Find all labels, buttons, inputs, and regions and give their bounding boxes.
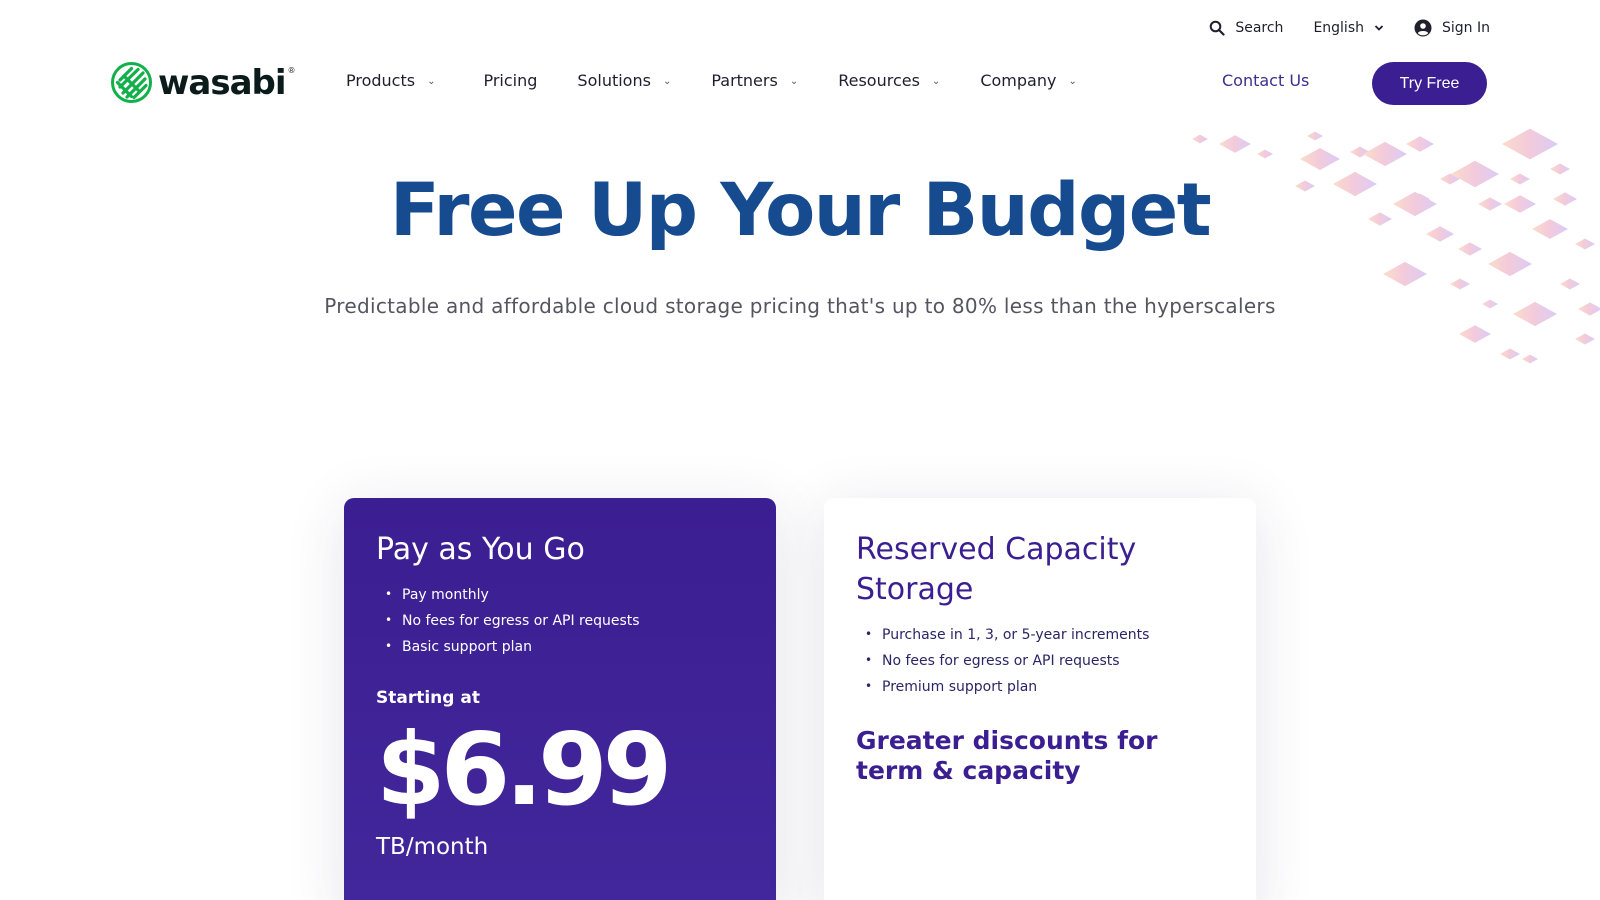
nav-item-label: Solutions	[577, 70, 651, 90]
nav-item-solutions[interactable]: Solutions ⌄	[577, 68, 671, 92]
decorative-diamond	[1522, 354, 1538, 364]
plan-price-unit: TB/month	[376, 834, 489, 860]
list-item: No fees for egress or API requests	[376, 607, 744, 634]
page-title: Free Up Your Budget	[389, 168, 1212, 253]
nav-item-resources[interactable]: Resources ⌄	[838, 68, 940, 92]
decorative-diamond	[1488, 251, 1532, 277]
language-label: English	[1313, 20, 1364, 36]
decorative-diamond	[1500, 348, 1520, 360]
decorative-diamond	[1307, 131, 1323, 141]
decorative-diamond	[1406, 136, 1434, 152]
chevron-down-icon: ⌄	[789, 75, 799, 87]
wasabi-logo[interactable]: wasabi ®	[111, 62, 300, 103]
decorative-diamond	[1502, 128, 1558, 160]
contact-us-link[interactable]: Contact Us	[1222, 71, 1309, 90]
logo-wordmark: wasabi	[158, 62, 287, 103]
nav-item-label: Resources	[838, 70, 920, 90]
nav-item-label: Partners	[711, 70, 778, 90]
logo-registered-mark: ®	[287, 66, 296, 75]
nav-item-partners[interactable]: Partners ⌄	[711, 68, 798, 92]
decorative-diamond	[1459, 325, 1491, 343]
wasabi-logo-mark-icon	[111, 62, 152, 103]
list-item: Premium support plan	[856, 673, 1224, 700]
decorative-diamond	[1300, 148, 1340, 170]
chevron-down-icon: ⌄	[931, 75, 941, 87]
nav-item-label: Products	[346, 70, 416, 90]
plan-title: Pay as You Go	[376, 532, 585, 567]
language-selector[interactable]: English	[1313, 20, 1384, 36]
decorative-diamond	[1363, 141, 1407, 167]
decorative-diamond	[1257, 149, 1273, 159]
list-item: Pay monthly	[376, 581, 744, 608]
nav-item-company[interactable]: Company ⌄	[980, 68, 1077, 92]
search-label: Search	[1235, 20, 1284, 36]
sign-in-label: Sign In	[1442, 20, 1490, 36]
chevron-down-icon: ⌄	[427, 75, 436, 87]
plan-tagline: Greater discounts for term & capacity	[856, 726, 1158, 785]
utility-bar: Search English Sign In	[1209, 16, 1490, 40]
list-item: Purchase in 1, 3, or 5-year increments	[856, 621, 1224, 648]
plan-card-pay-as-you-go: Pay as You Go Pay monthly No fees for eg…	[344, 498, 776, 900]
decorative-diamond	[1219, 135, 1251, 153]
nav-item-products[interactable]: Products ⌄	[346, 68, 435, 92]
decorative-diamond	[1383, 261, 1427, 287]
plan-title: Reserved Capacity Storage	[856, 532, 1137, 607]
nav-item-pricing[interactable]: Pricing	[483, 68, 537, 92]
main-nav: Products ⌄ Pricing Solutions ⌄ Partners …	[346, 68, 1077, 92]
search-icon	[1210, 20, 1225, 36]
try-free-button[interactable]: Try Free	[1372, 62, 1487, 105]
page-subtitle: Predictable and affordable cloud storage…	[324, 294, 1276, 318]
list-item: No fees for egress or API requests	[856, 647, 1224, 674]
sign-in-link[interactable]: Sign In	[1414, 19, 1490, 37]
list-item: Basic support plan	[376, 633, 744, 660]
account-circle-icon	[1414, 19, 1432, 37]
plan-feature-list: Pay monthly No fees for egress or API re…	[376, 581, 744, 660]
nav-item-label: Pricing	[483, 70, 538, 90]
chevron-down-icon	[1374, 25, 1384, 31]
decorative-diamond	[1560, 278, 1580, 290]
decorative-diamond	[1192, 134, 1208, 144]
decorative-diamond	[1450, 278, 1470, 290]
plan-feature-list: Purchase in 1, 3, or 5-year increments N…	[856, 621, 1224, 700]
plan-card-reserved-capacity: Reserved Capacity Storage Purchase in 1,…	[824, 498, 1256, 900]
decorative-diamond	[1575, 333, 1595, 345]
nav-item-label: Company	[980, 70, 1057, 90]
search-link[interactable]: Search	[1209, 20, 1283, 36]
plan-price: $6.99	[376, 711, 672, 828]
chevron-down-icon: ⌄	[1068, 75, 1077, 87]
chevron-down-icon: ⌄	[662, 75, 672, 87]
starting-at-label: Starting at	[376, 688, 480, 708]
